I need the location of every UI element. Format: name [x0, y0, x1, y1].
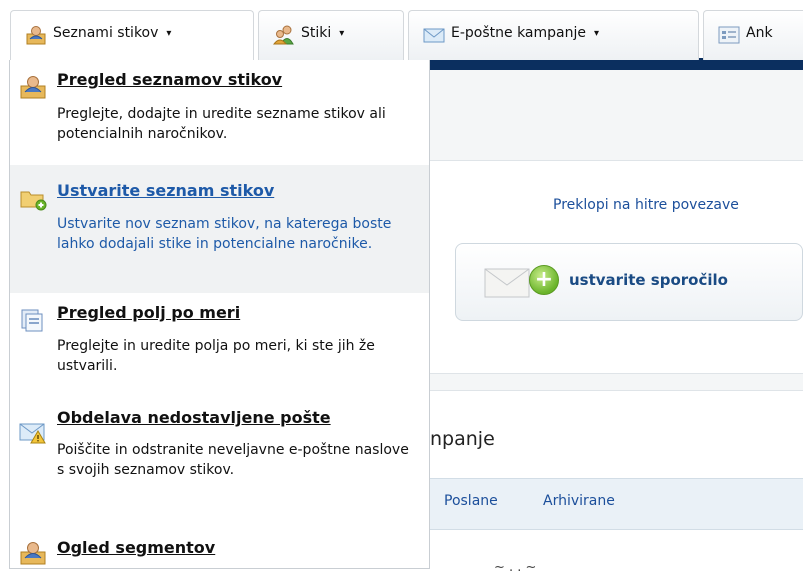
contact-list-icon [20, 76, 46, 99]
undelivered-mail-icon [19, 423, 46, 444]
tab-email-campaigns-label: E-poštne kampanje [451, 25, 586, 41]
tab-contact-lists[interactable]: Seznami stikov ▾ [10, 10, 254, 62]
menu-item-title: Pregled seznamov stikov [57, 70, 283, 89]
menu-item-view-segments[interactable]: Ogled segmentov [10, 530, 429, 568]
subtab-sent[interactable]: Poslane [444, 493, 498, 509]
surveys-icon [718, 26, 740, 44]
tab-surveys-label: Ank [746, 25, 773, 41]
quick-links-toggle-link[interactable]: Preklopi na hitre povezave [553, 197, 739, 213]
subtab-archived[interactable]: Arhivirane [543, 493, 615, 509]
email-campaigns-icon [423, 28, 445, 43]
tab-contacts-label: Stiki [301, 25, 332, 41]
menu-item-title: Ustvarite seznam stikov [57, 181, 275, 200]
menu-item-title: Pregled polj po meri [57, 303, 241, 322]
menu-item-create-contact-list[interactable]: Ustvarite seznam stikov Ustvarite nov se… [10, 165, 429, 293]
menu-item-description: Preglejte, dodajte in uredite sezname st… [57, 106, 386, 142]
tab-contacts[interactable]: Stiki ▾ [258, 10, 404, 60]
menu-item-view-custom-fields[interactable]: Pregled polj po meri Preglejte in uredit… [10, 293, 429, 405]
create-message-button[interactable]: + ustvarite sporočilo [455, 243, 803, 321]
new-folder-icon [20, 191, 47, 211]
tab-email-campaigns[interactable]: E-poštne kampanje ▾ [408, 10, 699, 60]
menu-item-title: Ogled segmentov [57, 538, 216, 557]
contacts-icon [273, 25, 294, 45]
contact-lists-dropdown: Pregled seznamov stikov Preglejte, dodaj… [9, 60, 430, 569]
create-message-label: ustvarite sporočilo [569, 271, 728, 289]
segments-icon [20, 542, 46, 565]
top-navigation: Seznami stikov ▾ Stiki ▾ E-poštne kampan… [0, 0, 803, 70]
chevron-down-icon: ▾ [339, 28, 345, 39]
tab-contact-lists-label: Seznami stikov [53, 25, 159, 41]
custom-fields-icon [21, 309, 43, 332]
contact-lists-icon [26, 26, 46, 45]
plus-icon: + [529, 265, 559, 295]
menu-item-description: Poiščite in odstranite neveljavne e-pošt… [57, 442, 409, 478]
envelope-icon [484, 268, 530, 298]
menu-item-title: Obdelava nedostavljene pošte [57, 408, 331, 427]
menu-item-description: Ustvarite nov seznam stikov, na katerega… [57, 216, 392, 252]
chevron-down-icon: ▾ [594, 28, 600, 39]
menu-item-undelivered-mail[interactable]: Obdelava nedostavljene pošte Poiščite in… [10, 405, 429, 530]
truncated-text: ~ . . ~ [494, 560, 537, 575]
chevron-down-icon: ▾ [166, 28, 172, 39]
campaign-subtabs: Poslane Arhivirane [430, 478, 803, 530]
tab-surveys[interactable]: Ank [703, 10, 803, 60]
campaigns-heading: npanje [430, 428, 495, 450]
menu-item-description: Preglejte in uredite polja po meri, ki s… [57, 338, 375, 374]
menu-item-view-contact-lists[interactable]: Pregled seznamov stikov Preglejte, dodaj… [10, 60, 429, 165]
